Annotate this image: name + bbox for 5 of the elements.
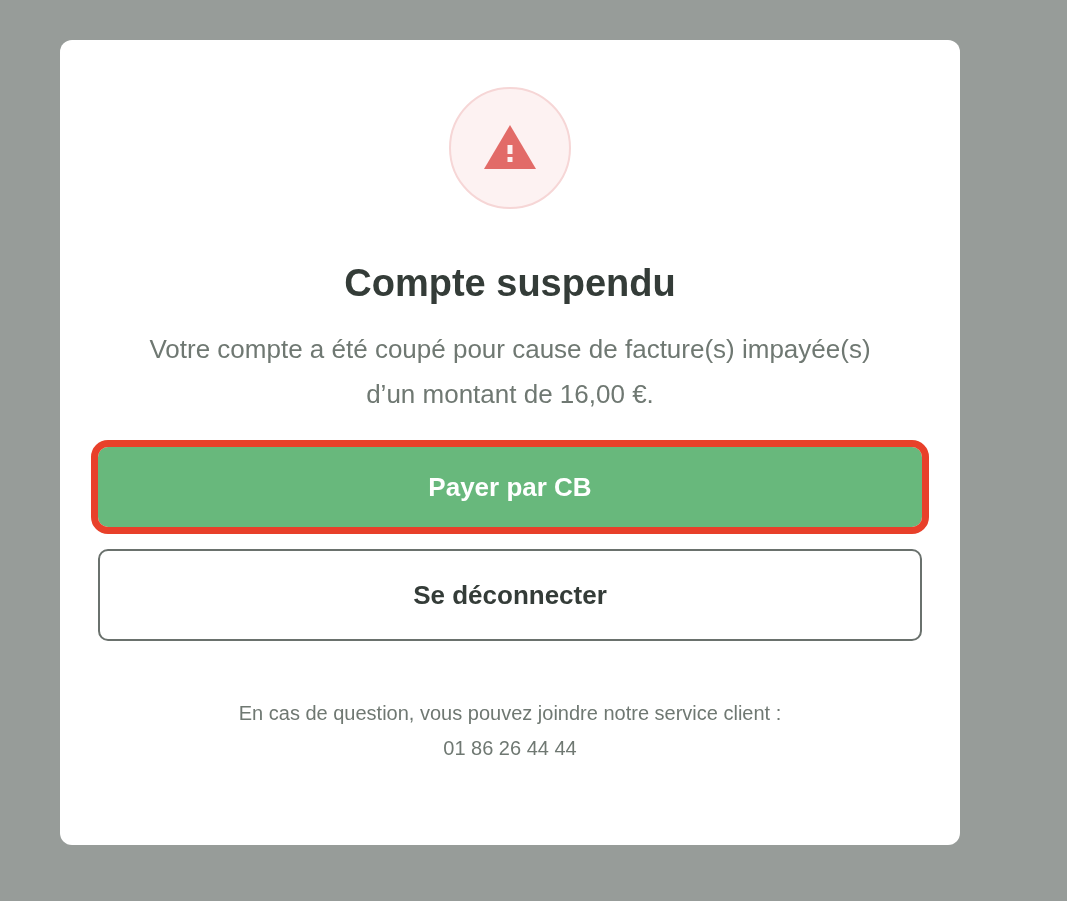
dialog-message: Votre compte a été coupé pour cause de facture(s) impayée(s) d’un montant de 16,00 €. [148, 333, 872, 411]
dialog-title: Compte suspendu [344, 261, 676, 306]
footer-text: En cas de question, vous pouvez joindre notre service client : [238, 701, 782, 726]
logout-button[interactable]: Se déconnecter [98, 549, 922, 641]
phone-number: 01 86 26 44 44 [443, 736, 577, 761]
